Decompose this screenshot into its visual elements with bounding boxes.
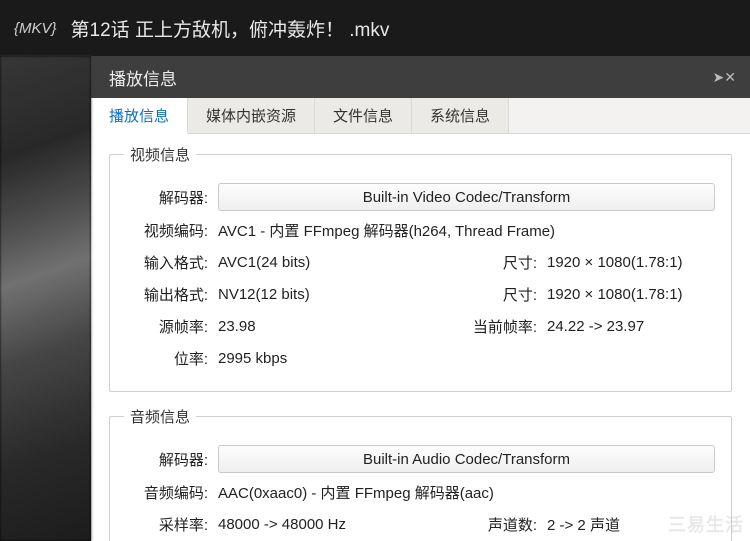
video-info-group: 视频信息 解码器: Built-in Video Codec/Transform… bbox=[109, 144, 732, 392]
window-titlebar: {MKV} 第12话 正上方敌机，俯冲轰炸！ .mkv bbox=[0, 0, 750, 56]
video-codec-value: AVC1 - 内置 FFmpeg 解码器(h264, Thread Frame) bbox=[218, 220, 555, 241]
tab-embedded-resources[interactable]: 媒体内嵌资源 bbox=[188, 98, 315, 133]
video-output-size-value: 1920 × 1080(1.78:1) bbox=[547, 286, 717, 303]
audio-sample-rate-value: 48000 -> 48000 Hz bbox=[218, 516, 346, 533]
video-output-format-label: 输出格式: bbox=[124, 284, 208, 305]
video-input-format-label: 输入格式: bbox=[124, 252, 208, 273]
video-preview-pane bbox=[0, 56, 91, 541]
dialog-header: 播放信息 ➤✕ bbox=[91, 56, 750, 98]
audio-decoder-button[interactable]: Built-in Audio Codec/Transform bbox=[218, 445, 715, 473]
audio-channels-value: 2 -> 2 声道 bbox=[547, 514, 717, 535]
pin-icon[interactable]: ➤✕ bbox=[713, 69, 736, 86]
video-current-fps-label: 当前帧率: bbox=[463, 316, 537, 337]
panel-body: 视频信息 解码器: Built-in Video Codec/Transform… bbox=[91, 134, 750, 541]
format-tag: {MKV} bbox=[14, 20, 57, 37]
video-codec-label: 视频编码: bbox=[124, 220, 208, 241]
video-source-fps-value: 23.98 bbox=[218, 318, 256, 335]
tab-system-info[interactable]: 系统信息 bbox=[412, 98, 509, 133]
audio-sample-rate-label: 采样率: bbox=[124, 514, 208, 535]
video-output-format-value: NV12(12 bits) bbox=[218, 286, 310, 303]
tab-playback-info[interactable]: 播放信息 bbox=[91, 98, 188, 134]
video-input-format-value: AVC1(24 bits) bbox=[218, 254, 310, 271]
audio-decoder-label: 解码器: bbox=[124, 449, 208, 470]
video-source-fps-label: 源帧率: bbox=[124, 316, 208, 337]
audio-info-legend: 音频信息 bbox=[124, 406, 196, 427]
video-input-size-value: 1920 × 1080(1.78:1) bbox=[547, 254, 717, 271]
playback-info-dialog: 播放信息 ➤✕ 播放信息 媒体内嵌资源 文件信息 系统信息 视频信息 解码器: … bbox=[91, 56, 750, 541]
video-bitrate-value: 2995 kbps bbox=[218, 350, 287, 367]
video-input-size-label: 尺寸: bbox=[463, 252, 537, 273]
tab-bar: 播放信息 媒体内嵌资源 文件信息 系统信息 bbox=[91, 98, 750, 134]
video-output-size-label: 尺寸: bbox=[463, 284, 537, 305]
audio-info-group: 音频信息 解码器: Built-in Audio Codec/Transform… bbox=[109, 406, 732, 541]
file-title: 第12话 正上方敌机，俯冲轰炸！ .mkv bbox=[71, 15, 390, 42]
audio-codec-value: AAC(0xaac0) - 内置 FFmpeg 解码器(aac) bbox=[218, 482, 494, 503]
audio-codec-label: 音频编码: bbox=[124, 482, 208, 503]
video-bitrate-label: 位率: bbox=[124, 348, 208, 369]
video-decoder-label: 解码器: bbox=[124, 187, 208, 208]
video-current-fps-value: 24.22 -> 23.97 bbox=[547, 318, 717, 335]
video-info-legend: 视频信息 bbox=[124, 144, 196, 165]
dialog-title: 播放信息 bbox=[109, 65, 177, 90]
audio-channels-label: 声道数: bbox=[463, 514, 537, 535]
tab-file-info[interactable]: 文件信息 bbox=[315, 98, 412, 133]
video-decoder-button[interactable]: Built-in Video Codec/Transform bbox=[218, 183, 715, 211]
